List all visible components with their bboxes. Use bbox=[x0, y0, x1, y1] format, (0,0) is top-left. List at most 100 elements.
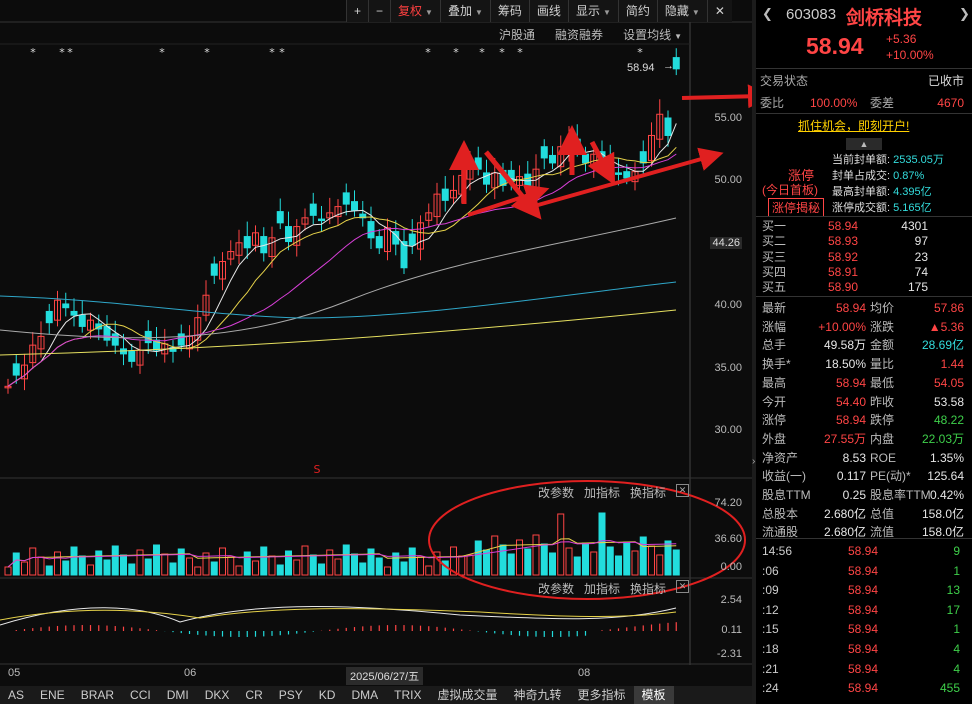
bid-row[interactable]: 买二 58.93 97 bbox=[760, 234, 968, 249]
stat-value: 57.86 bbox=[933, 301, 964, 315]
candle-body bbox=[309, 203, 317, 216]
set-ma-link[interactable]: 设置均线 ▼ bbox=[623, 26, 682, 43]
zoom-in-button[interactable]: + bbox=[346, 0, 369, 22]
margin-trading-link[interactable]: 融资融券 bbox=[555, 26, 603, 43]
open-account-banner[interactable]: 抓住机会，即刻开户! bbox=[798, 117, 909, 134]
tab-kd[interactable]: KD bbox=[311, 686, 344, 704]
weibi-label: 委比 bbox=[760, 96, 785, 110]
tick-row: :12 58.94 17 bbox=[760, 601, 968, 619]
tick-volume: 9 bbox=[953, 544, 960, 558]
tab-dmi[interactable]: DMI bbox=[159, 686, 197, 704]
tab-more-indicators[interactable]: 更多指标 bbox=[569, 686, 633, 704]
tab-dkx[interactable]: DKX bbox=[197, 686, 238, 704]
chevron-left-icon[interactable]: ❮ bbox=[762, 6, 773, 22]
quote-stat-row: 收益(一) 0.117 PE(动)* 125.64 bbox=[760, 467, 968, 485]
add-indicator-button[interactable]: 加指标 bbox=[584, 580, 620, 597]
chips-button[interactable]: 筹码 bbox=[489, 0, 529, 22]
hide-button[interactable]: 隐藏 ▼ bbox=[656, 0, 707, 22]
caret-down-icon: ▼ bbox=[602, 8, 611, 17]
stat-value: 27.55万 bbox=[823, 431, 866, 446]
kline-chart-area[interactable]: * * * * * * * * * * * * * S + − 复权 ▼ 叠加 ▼ 筹码 画线 显示 ▼ 简约… bbox=[0, 0, 752, 704]
tab-dma[interactable]: DMA bbox=[343, 686, 386, 704]
price-axis-label: 35.00 bbox=[714, 362, 742, 374]
stat-label: 收益(一) bbox=[762, 469, 806, 484]
collapse-icon[interactable]: ▲ bbox=[846, 138, 882, 150]
volume-bar bbox=[87, 564, 94, 576]
ma120-line bbox=[0, 281, 677, 319]
candle-body bbox=[672, 57, 680, 70]
overlay-button[interactable]: 叠加 ▼ bbox=[439, 0, 490, 22]
tab-as[interactable]: AS bbox=[0, 686, 32, 704]
volume-bar bbox=[235, 565, 243, 576]
tab-virtual-volume[interactable]: 虚拟成交量 bbox=[429, 686, 505, 704]
bid-row[interactable]: 买五 58.90 175 bbox=[760, 280, 968, 295]
star-marker-icon: * bbox=[67, 46, 73, 59]
bid-row[interactable]: 买四 58.91 74 bbox=[760, 265, 968, 280]
quote-stat-row: 最新 58.94 均价 57.86 bbox=[760, 299, 968, 317]
hugutong-link[interactable]: 沪股通 bbox=[499, 26, 535, 43]
tick-row: :21 58.94 4 bbox=[760, 660, 968, 678]
stat-label: 换手* bbox=[762, 357, 791, 372]
zoom-out-button[interactable]: − bbox=[368, 0, 391, 22]
switch-indicator-button[interactable]: 换指标 bbox=[630, 580, 666, 597]
candle-body bbox=[441, 188, 449, 201]
volume-bar bbox=[136, 549, 144, 576]
quote-stat-row: 涨幅 +10.00% 涨跌 ▲5.36 bbox=[760, 318, 968, 336]
bid-volume: 97 bbox=[914, 234, 928, 249]
volume-bar bbox=[144, 558, 152, 576]
weibi-row: 委比 100.00% 委差 4670 bbox=[760, 94, 968, 112]
stat-label: 昨收 bbox=[870, 394, 895, 409]
star-marker-icon: * bbox=[425, 46, 431, 59]
bid-row[interactable]: 买一 58.94 4301 bbox=[760, 219, 968, 234]
tick-price: 58.94 bbox=[848, 583, 879, 598]
bid-volume: 175 bbox=[907, 280, 928, 295]
display-button[interactable]: 显示 ▼ bbox=[567, 0, 618, 22]
close-icon[interactable]: ✕ bbox=[676, 484, 690, 497]
volume-bar bbox=[359, 562, 367, 576]
tick-price: 58.94 bbox=[848, 642, 879, 656]
bid-row[interactable]: 买三 58.92 23 bbox=[760, 250, 968, 265]
volume-bar bbox=[78, 555, 86, 576]
draw-line-button[interactable]: 画线 bbox=[528, 0, 568, 22]
stat-value: 1.44 bbox=[940, 357, 964, 372]
volume-bar bbox=[21, 561, 28, 576]
bid-level-label: 买二 bbox=[762, 234, 787, 249]
change-param-button[interactable]: 改参数 bbox=[538, 484, 574, 501]
candle-body bbox=[276, 211, 284, 224]
tab-template[interactable]: 模板 bbox=[633, 686, 674, 704]
fuquan-button[interactable]: 复权 ▼ bbox=[390, 0, 440, 22]
tab-cr[interactable]: CR bbox=[237, 686, 270, 704]
chevron-right-icon[interactable]: ❯ bbox=[959, 6, 970, 22]
stat-label: 最新 bbox=[762, 301, 787, 315]
switch-indicator-button[interactable]: 换指标 bbox=[630, 484, 666, 501]
limit-up-stat-label: 当前封单额: bbox=[832, 154, 891, 166]
bid-level-label: 买五 bbox=[762, 280, 787, 295]
tab-psy[interactable]: PSY bbox=[271, 686, 311, 704]
kline-chart-svg[interactable]: * * * * * * * * * * * * * S bbox=[0, 0, 752, 704]
candle-body bbox=[78, 314, 86, 327]
tab-cci[interactable]: CCI bbox=[122, 686, 159, 704]
tick-volume: 1 bbox=[953, 622, 960, 637]
tab-trix[interactable]: TRIX bbox=[386, 686, 429, 704]
limit-up-reveal-button[interactable]: 涨停揭秘 bbox=[768, 198, 825, 217]
volume-bar bbox=[45, 565, 53, 576]
simple-button[interactable]: 简约 bbox=[617, 0, 657, 22]
volume-bar bbox=[656, 554, 664, 576]
stat-value: 54.05 bbox=[933, 375, 964, 390]
candle-body bbox=[12, 363, 20, 376]
change-param-button[interactable]: 改参数 bbox=[538, 580, 574, 597]
signal-s-icon: S bbox=[314, 463, 321, 476]
chevron-right-icon[interactable]: › bbox=[752, 456, 755, 467]
add-indicator-button[interactable]: 加指标 bbox=[584, 484, 620, 501]
tab-ene[interactable]: ENE bbox=[32, 686, 73, 704]
candle-body bbox=[62, 303, 70, 309]
close-chart-button[interactable]: ✕ bbox=[706, 0, 732, 22]
quote-stat-row: 股息TTM 0.25 股息率TTM 0.42% bbox=[760, 486, 968, 504]
tab-magic-nine[interactable]: 神奇九转 bbox=[505, 686, 569, 704]
tab-brar[interactable]: BRAR bbox=[73, 686, 122, 704]
volume-bar bbox=[458, 555, 466, 576]
stat-label: 净资产 bbox=[762, 450, 799, 465]
close-icon[interactable]: ✕ bbox=[676, 580, 690, 593]
stat-value: 53.58 bbox=[933, 394, 964, 409]
volume-bar bbox=[161, 553, 169, 576]
